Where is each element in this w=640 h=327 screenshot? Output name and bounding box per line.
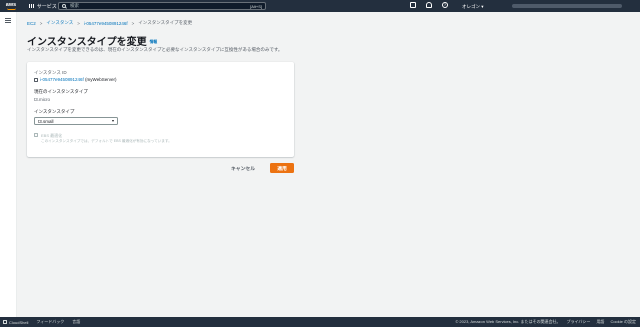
- page-description: インスタンスタイプを変更できるのは、現在のインスタンスタイプと必要なインスタンス…: [27, 47, 283, 52]
- current-type-label: 現在のインスタンスタイプ: [34, 89, 88, 94]
- current-type-value: t3.micro: [34, 97, 51, 102]
- search-placeholder: 検索: [70, 3, 79, 8]
- search-shortcut: [Alt+S]: [250, 3, 262, 9]
- region-selector[interactable]: オレゴン ▾: [462, 4, 484, 10]
- ebs-optimized-checkbox: [34, 133, 38, 137]
- terminal-icon: [3, 320, 7, 324]
- instance-type-select[interactable]: t3.small: [34, 117, 118, 125]
- breadcrumb-ec2[interactable]: EC2: [27, 21, 36, 26]
- page-title: インスタンスタイプを変更 情報: [27, 33, 157, 48]
- bell-icon[interactable]: [426, 2, 432, 8]
- instance-id-link[interactable]: i-05477e9450891246f: [40, 77, 84, 82]
- aws-logo[interactable]: aws: [3, 0, 19, 12]
- services-label: サービス: [36, 3, 57, 10]
- chevron-right-icon: >: [77, 20, 80, 26]
- breadcrumb: EC2 > インスタンス > i-05477e9450891246f > インス…: [27, 20, 192, 26]
- instance-type-label: インスタンスタイプ: [34, 109, 75, 114]
- info-link[interactable]: 情報: [150, 40, 158, 44]
- search-input[interactable]: 検索 [Alt+S]: [58, 2, 266, 10]
- instance-type-selected: t3.small: [38, 118, 54, 124]
- cookie-settings-link[interactable]: Cookie の設定: [610, 319, 636, 325]
- copyright: © 2023, Amazon Web Services, Inc. またはその関…: [455, 319, 561, 324]
- breadcrumb-instances[interactable]: インスタンス: [46, 20, 73, 26]
- footer: CloudShell フィードバック 言語 © 2023, Amazon Web…: [0, 317, 640, 327]
- language-link[interactable]: 言語: [72, 319, 80, 325]
- ebs-optimized-help: このインスタンスタイプでは、デフォルトで EBS 最適化が有効になっています。: [41, 138, 172, 143]
- top-navigation: aws サービス 検索 [Alt+S] ? オレゴン ▾: [0, 0, 640, 12]
- feedback-link[interactable]: フィードバック: [36, 319, 64, 325]
- breadcrumb-current: インスタンスタイプを変更: [138, 20, 193, 25]
- services-menu-button[interactable]: サービス: [29, 3, 57, 10]
- instance-id-value: i-05477e9450891246f (myWebServer): [34, 77, 116, 82]
- cancel-button[interactable]: キャンセル: [231, 165, 255, 172]
- change-type-card: インスタンス ID i-05477e9450891246f (myWebServ…: [27, 62, 294, 157]
- chevron-right-icon: >: [39, 20, 43, 26]
- side-rail: [0, 12, 17, 317]
- instance-id-label: インスタンス ID: [34, 70, 67, 75]
- grid-icon: [29, 3, 34, 9]
- caret-down-icon: [112, 120, 114, 122]
- copy-icon[interactable]: [34, 77, 38, 82]
- menu-icon[interactable]: [5, 18, 11, 24]
- cloudshell-button[interactable]: CloudShell: [3, 320, 28, 325]
- help-icon[interactable]: ?: [442, 2, 448, 8]
- search-icon: [62, 4, 66, 8]
- breadcrumb-instance-id[interactable]: i-05477e9450891246f: [84, 21, 128, 26]
- terms-link[interactable]: 用語: [596, 319, 604, 325]
- instance-name: (myWebServer): [85, 77, 117, 82]
- account-menu[interactable]: [512, 4, 622, 8]
- privacy-link[interactable]: プライバシー: [567, 319, 591, 325]
- cloudshell-icon[interactable]: [410, 2, 416, 8]
- chevron-right-icon: >: [131, 20, 135, 26]
- cloudshell-label: CloudShell: [9, 319, 29, 325]
- apply-button[interactable]: 適用: [270, 163, 294, 173]
